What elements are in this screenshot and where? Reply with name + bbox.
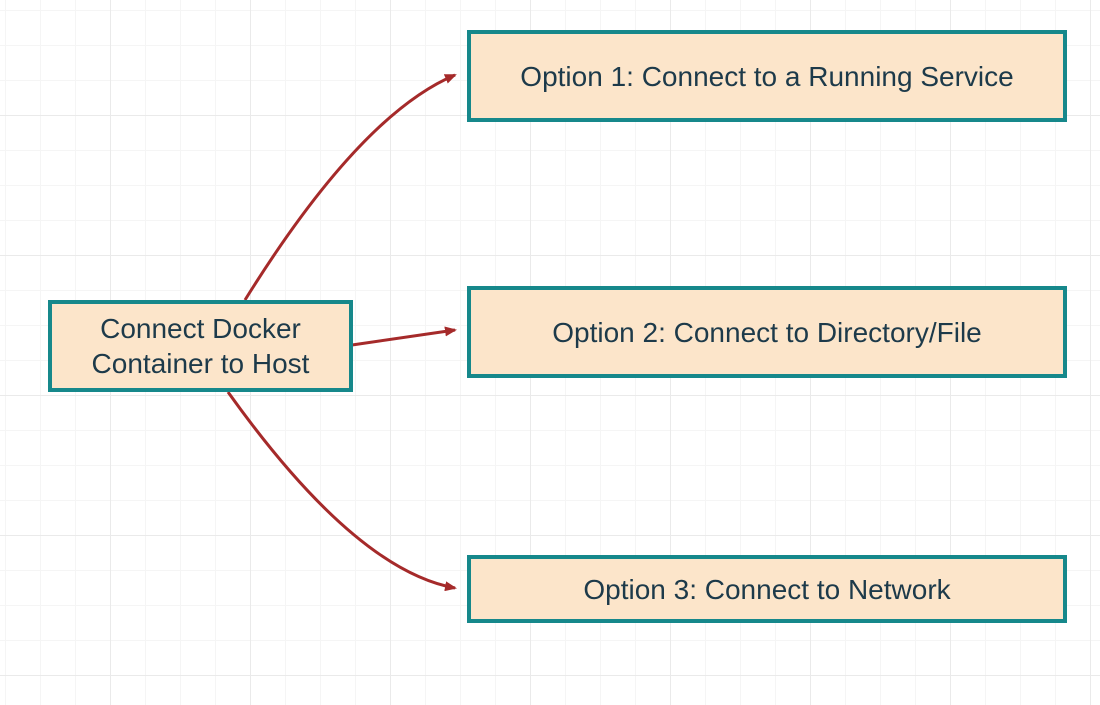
option2-node-label: Option 2: Connect to Directory/File <box>552 315 982 350</box>
arrow-to-option1 <box>245 75 455 300</box>
option2-node: Option 2: Connect to Directory/File <box>467 286 1067 378</box>
root-node: Connect Docker Container to Host <box>48 300 353 392</box>
root-node-label: Connect Docker Container to Host <box>68 311 333 381</box>
option3-node-label: Option 3: Connect to Network <box>583 572 950 607</box>
arrow-to-option2 <box>352 330 455 345</box>
option1-node-label: Option 1: Connect to a Running Service <box>520 59 1013 94</box>
option3-node: Option 3: Connect to Network <box>467 555 1067 623</box>
option1-node: Option 1: Connect to a Running Service <box>467 30 1067 122</box>
arrow-to-option3 <box>228 392 455 588</box>
